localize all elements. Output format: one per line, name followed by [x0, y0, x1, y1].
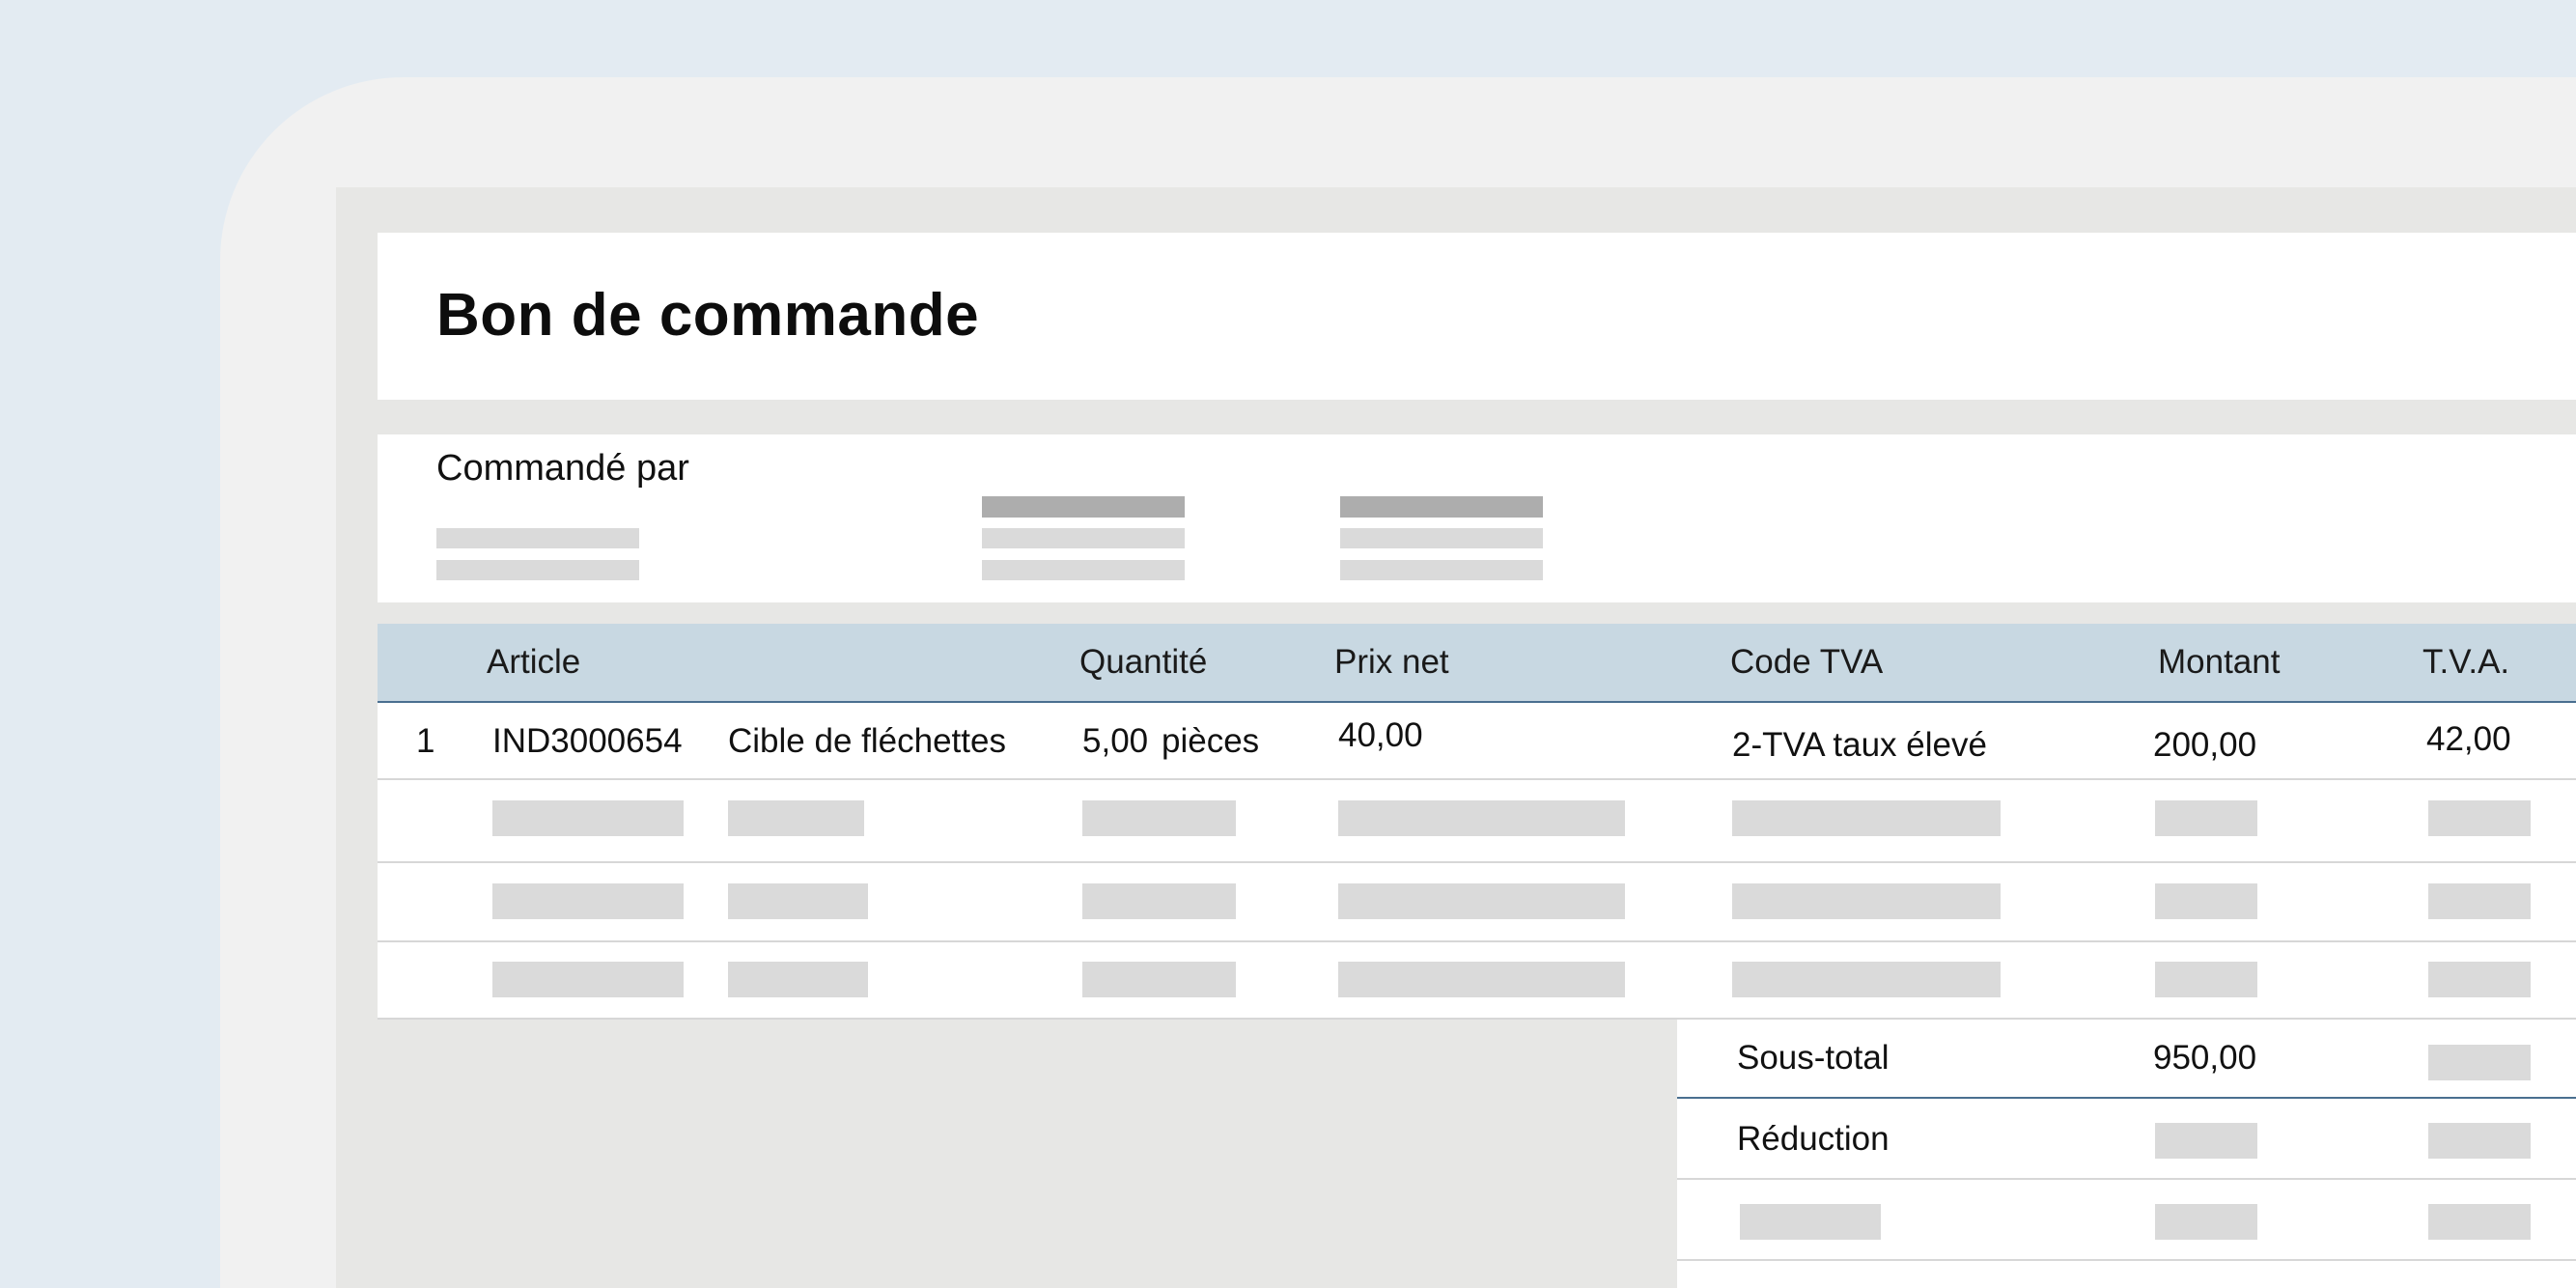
column-header-amount: Montant	[2158, 643, 2281, 681]
placeholder-cell	[1338, 883, 1625, 919]
placeholder-cell	[492, 962, 684, 997]
placeholder-cell	[1082, 800, 1236, 836]
placeholder-cell	[1732, 800, 2001, 836]
placeholder-cell	[2155, 883, 2257, 919]
placeholder-cell	[2155, 1204, 2257, 1240]
placeholder-heading	[982, 496, 1185, 518]
vat-value: 42,00	[2426, 720, 2511, 758]
placeholder-cell	[728, 800, 864, 836]
article-code: IND3000654	[492, 722, 683, 760]
quantity-unit: pièces	[1162, 722, 1260, 760]
placeholder-cell	[2155, 962, 2257, 997]
placeholder-cell	[2428, 883, 2531, 919]
placeholder-cell	[492, 883, 684, 919]
title-panel: Bon de commande	[378, 233, 2576, 400]
amount-value: 200,00	[2153, 726, 2257, 764]
placeholder-cell	[1082, 962, 1236, 997]
placeholder-cell	[728, 883, 868, 919]
article-description: Cible de fléchettes	[728, 722, 1006, 760]
placeholder-field	[436, 528, 639, 548]
table-row[interactable]	[378, 780, 2576, 863]
placeholder-heading	[1340, 496, 1543, 518]
subtotal-row: Sous-total 950,00	[1677, 1020, 2576, 1099]
totals-row	[1677, 1180, 2576, 1261]
row-number: 1	[416, 722, 435, 760]
column-header-quantity: Quantité	[1079, 643, 1208, 681]
table-row[interactable]: 1 IND3000654 Cible de fléchettes 5,00 pi…	[378, 703, 2576, 780]
placeholder-cell	[492, 800, 684, 836]
placeholder-field	[982, 560, 1185, 580]
net-price-value: 40,00	[1338, 716, 1423, 754]
column-header-vat: T.V.A.	[2422, 643, 2510, 681]
items-table: Article Quantité Prix net Code TVA Monta…	[378, 624, 2576, 1020]
placeholder-cell	[1732, 883, 2001, 919]
discount-row: Réduction	[1677, 1099, 2576, 1180]
subtotal-label: Sous-total	[1737, 1039, 1890, 1077]
table-row[interactable]	[378, 942, 2576, 1020]
column-header-article: Article	[487, 643, 581, 681]
placeholder-cell	[1082, 883, 1236, 919]
discount-label: Réduction	[1737, 1120, 1890, 1158]
ordered-by-panel: Commandé par	[378, 434, 2576, 602]
placeholder-field	[1340, 528, 1543, 548]
placeholder-cell	[2428, 800, 2531, 836]
totals-panel: Sous-total 950,00 Réduction	[1677, 1020, 2576, 1288]
placeholder-cell	[1740, 1204, 1881, 1240]
placeholder-cell	[1338, 962, 1625, 997]
page-title: Bon de commande	[436, 282, 980, 349]
placeholder-field	[982, 528, 1185, 548]
placeholder-field	[436, 560, 639, 580]
placeholder-cell	[2428, 1123, 2531, 1159]
column-header-vat-code: Code TVA	[1730, 643, 1884, 681]
column-header-net-price: Prix net	[1334, 643, 1449, 681]
table-row[interactable]	[378, 863, 2576, 942]
quantity-value: 5,00	[1082, 722, 1149, 760]
placeholder-cell	[2428, 1045, 2531, 1080]
placeholder-cell	[2155, 800, 2257, 836]
placeholder-cell	[2155, 1123, 2257, 1159]
table-header: Article Quantité Prix net Code TVA Monta…	[378, 624, 2576, 703]
ordered-by-label: Commandé par	[436, 448, 689, 489]
placeholder-cell	[2428, 1204, 2531, 1240]
vat-code-value: 2-TVA taux élevé	[1732, 726, 1987, 764]
subtotal-value: 950,00	[2153, 1039, 2257, 1077]
placeholder-cell	[1338, 800, 1625, 836]
placeholder-cell	[1732, 962, 2001, 997]
placeholder-cell	[2428, 962, 2531, 997]
placeholder-cell	[728, 962, 868, 997]
placeholder-field	[1340, 560, 1543, 580]
